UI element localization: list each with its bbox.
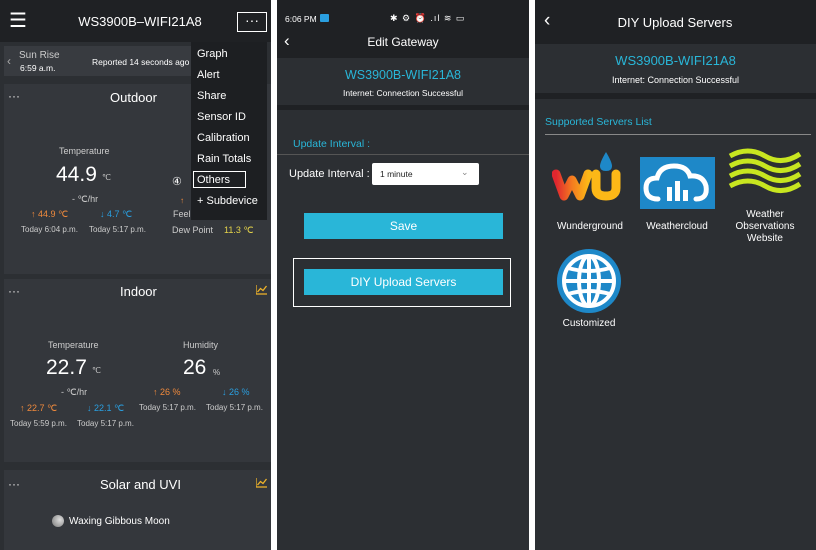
hamburger-icon[interactable]: ☰ xyxy=(9,11,27,31)
status-time: 6:06 PM xyxy=(285,14,317,24)
overflow-menu: Graph Alert Share Sensor ID Calibration … xyxy=(191,42,267,220)
update-interval-select[interactable]: 1 minute ⌄ xyxy=(372,163,479,185)
indoor-card xyxy=(4,279,271,462)
chart-icon[interactable] xyxy=(256,478,267,488)
weather-dashboard-screen: ☰ WS3900B–WIFI21A8 ··· ‹ Sun Rise 6:59 a… xyxy=(0,0,271,550)
moon-icon xyxy=(52,515,64,527)
menu-item-others[interactable]: Others xyxy=(197,174,230,186)
wunderground-logo-icon[interactable] xyxy=(552,150,628,210)
outdoor-high-time: Today 6:04 p.m. xyxy=(21,225,78,234)
screen-title: Edit Gateway xyxy=(367,35,439,49)
sunrise-label: Sun Rise xyxy=(19,50,60,61)
weathercloud-logo-icon[interactable] xyxy=(640,157,715,209)
feels-indicator-icon: ↑ xyxy=(180,196,184,205)
server-label-wow: Weather Observations Website xyxy=(735,209,795,244)
outdoor-title: Outdoor xyxy=(110,90,157,105)
back-arrow-icon[interactable]: ‹ xyxy=(544,11,550,30)
moon-phase: Waxing Gibbous Moon xyxy=(69,516,170,527)
update-interval-label: Update Interval : xyxy=(289,168,370,180)
status-icons: ✱ ⚙ ⏰ .ıl ≋ ▭ xyxy=(390,13,466,23)
server-label-weathercloud: Weathercloud xyxy=(646,221,708,232)
outdoor-temp-unit: ℃ xyxy=(102,173,111,182)
feels-like-label: Feel xyxy=(173,209,191,219)
card-menu-icon[interactable]: ··· xyxy=(8,89,20,103)
menu-item-share[interactable]: Share xyxy=(197,90,226,102)
humidity-high-time: Today 5:17 p.m. xyxy=(139,403,196,412)
divider xyxy=(535,93,816,99)
humidity-unit: % xyxy=(213,368,221,377)
indoor-temp-value: 22.7 xyxy=(46,356,87,379)
supported-servers-title: Supported Servers List xyxy=(545,116,652,128)
menu-item-rain-totals[interactable]: Rain Totals xyxy=(197,153,251,165)
diy-upload-servers-screen: ‹ DIY Upload Servers WS3900B-WIFI21A8 In… xyxy=(535,0,816,550)
humidity-high: ↑ 26 % xyxy=(153,387,181,397)
device-title: WS3900B–WIFI21A8 xyxy=(78,14,202,29)
card-menu-icon[interactable]: ··· xyxy=(8,477,20,491)
outdoor-temp-label: Temperature xyxy=(59,146,110,156)
indoor-title: Indoor xyxy=(120,284,157,299)
server-label-wunderground: Wunderground xyxy=(557,221,623,232)
internet-status: Internet: Connection Successful xyxy=(611,75,740,85)
update-interval-section-title: Update Interval : xyxy=(293,138,371,150)
indoor-low-time: Today 5:17 p.m. xyxy=(77,419,134,428)
more-menu-button[interactable]: ··· xyxy=(237,12,267,32)
menu-item-calibration[interactable]: Calibration xyxy=(197,132,250,144)
divider xyxy=(277,154,529,155)
device-name: WS3900B-WIFI21A8 xyxy=(615,53,736,68)
indoor-temp-unit: ℃ xyxy=(92,366,101,375)
step-marker: ④ xyxy=(172,176,182,188)
chevron-left-icon[interactable]: ‹ xyxy=(7,54,11,68)
divider xyxy=(545,134,811,135)
dew-point-label: Dew Point xyxy=(172,225,214,235)
save-button-label: Save xyxy=(389,219,418,233)
outdoor-temp-value: 44.9 xyxy=(56,163,97,186)
update-interval-value: 1 minute xyxy=(380,169,413,179)
menu-item-subdevice[interactable]: + Subdevice xyxy=(197,195,258,207)
device-name: WS3900B-WIFI21A8 xyxy=(344,68,461,82)
humidity-value: 26 xyxy=(183,356,207,379)
status-and-nav-bar xyxy=(277,0,529,58)
indoor-rate: - ℃/hr xyxy=(61,387,88,397)
dew-point-value: 11.3 ℃ xyxy=(224,225,254,235)
indoor-low: ↓ 22.1 ℃ xyxy=(87,403,125,413)
screen-title: DIY Upload Servers xyxy=(617,15,733,30)
menu-item-sensor-id[interactable]: Sensor ID xyxy=(197,111,246,123)
humidity-label: Humidity xyxy=(183,340,219,350)
divider xyxy=(277,105,529,110)
wow-logo-icon[interactable] xyxy=(728,148,802,198)
menu-item-alert[interactable]: Alert xyxy=(197,69,220,81)
humidity-low-time: Today 5:17 p.m. xyxy=(206,403,263,412)
globe-icon[interactable] xyxy=(555,247,623,315)
chevron-down-icon: ⌄ xyxy=(461,167,469,177)
card-menu-icon[interactable]: ··· xyxy=(8,284,20,298)
menu-item-graph[interactable]: Graph xyxy=(197,48,228,60)
sunrise-time: 6:59 a.m. xyxy=(20,63,56,73)
internet-status: Internet: Connection Successful xyxy=(342,88,463,98)
outdoor-low-time: Today 5:17 p.m. xyxy=(89,225,146,234)
chart-icon[interactable] xyxy=(256,285,267,295)
indoor-high: ↑ 22.7 ℃ xyxy=(20,403,58,413)
diy-upload-servers-button[interactable]: DIY Upload Servers xyxy=(304,269,503,295)
server-label-customized: Customized xyxy=(562,318,616,329)
edit-gateway-screen: 6:06 PM ✱ ⚙ ⏰ .ıl ≋ ▭ ‹ Edit Gateway WS3… xyxy=(277,0,529,550)
save-button[interactable]: Save xyxy=(304,213,503,239)
outdoor-rate: - ℃/hr xyxy=(72,194,99,204)
diy-button-label: DIY Upload Servers xyxy=(350,275,457,289)
reported-status: Reported 14 seconds ago xyxy=(92,57,190,67)
app-notification-icon xyxy=(320,14,329,22)
humidity-low: ↓ 26 % xyxy=(222,387,250,397)
indoor-temp-label: Temperature xyxy=(48,340,99,350)
outdoor-high: ↑ 44.9 ℃ xyxy=(31,209,69,219)
back-arrow-icon[interactable]: ‹ xyxy=(284,32,290,49)
solar-title: Solar and UVI xyxy=(100,477,181,492)
outdoor-low: ↓ 4.7 ℃ xyxy=(100,209,133,219)
indoor-high-time: Today 5:59 p.m. xyxy=(10,419,67,428)
